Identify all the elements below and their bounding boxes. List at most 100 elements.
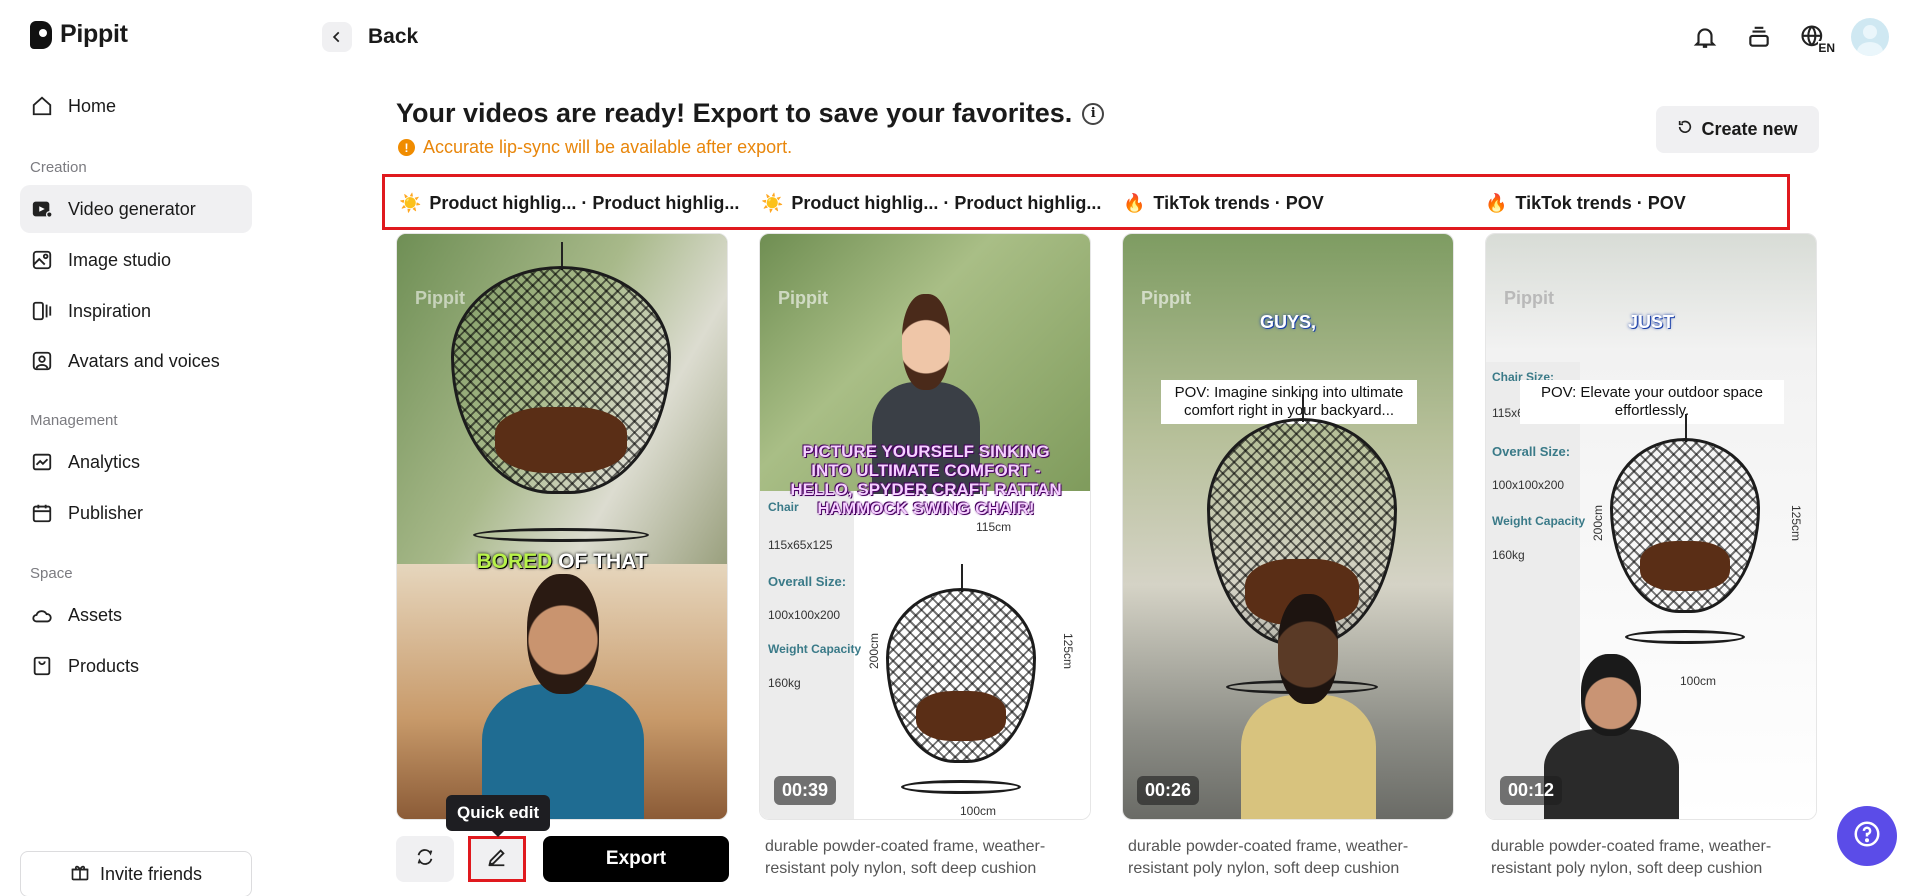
sidebar-item-label: Products xyxy=(68,655,140,676)
sidebar-item-label: Avatars and voices xyxy=(68,350,220,371)
video-style-tabs: ☀️ Product highlig... · Product highlig.… xyxy=(382,174,1790,230)
video-overlay-word: GUYS, xyxy=(1259,312,1316,332)
analytics-icon xyxy=(30,450,54,474)
sidebar-item-label: Analytics xyxy=(68,451,141,472)
spec-height: 200cm xyxy=(1591,504,1606,542)
spec-overall-dim: 100x100x200 xyxy=(768,608,841,622)
video-generator-icon xyxy=(30,197,54,221)
calendar-icon xyxy=(30,501,54,525)
image-studio-icon xyxy=(30,248,54,272)
section-space: Space xyxy=(30,565,73,582)
section-creation: Creation xyxy=(30,159,87,176)
warning-icon: ! xyxy=(398,139,415,156)
spec-width: 115cm xyxy=(976,520,1012,534)
hammock-chair-image xyxy=(451,242,671,542)
sidebar-item-image-studio[interactable]: Image studio xyxy=(20,236,252,284)
sidebar-item-label: Video generator xyxy=(68,198,196,219)
user-avatar[interactable] xyxy=(1851,18,1889,56)
regenerate-button[interactable] xyxy=(396,836,454,882)
export-button[interactable]: Export xyxy=(543,836,729,882)
regenerate-icon xyxy=(414,846,436,873)
quick-edit-tooltip: Quick edit xyxy=(446,795,551,837)
sidebar-item-publisher[interactable]: Publisher xyxy=(20,489,252,537)
watermark: Pippit xyxy=(1504,288,1554,308)
page-title: Your videos are ready! Export to save yo… xyxy=(396,98,1105,129)
help-button[interactable] xyxy=(1837,806,1897,866)
back-button[interactable] xyxy=(322,22,352,52)
pencil-icon xyxy=(486,846,508,873)
sidebar-item-products[interactable]: Products xyxy=(20,642,252,690)
logo[interactable]: Pippit xyxy=(30,20,128,49)
language-icon[interactable]: EN xyxy=(1797,21,1835,55)
create-new-label: Create new xyxy=(1701,119,1798,139)
spec-chair-dim: 115x65x125 xyxy=(768,538,833,552)
watermark: Pippit xyxy=(1141,288,1191,308)
quick-edit-button[interactable] xyxy=(468,836,526,882)
tab-label: TikTok trends · POV xyxy=(1515,193,1686,213)
spec-overall-dim: 100x100x200 xyxy=(1492,478,1565,492)
sidebar-item-label: Image studio xyxy=(68,249,172,270)
sidebar-item-home[interactable]: Home xyxy=(20,82,252,130)
watermark: Pippit xyxy=(415,288,465,308)
language-badge: EN xyxy=(1818,41,1835,55)
spec-overall-label: Overall Size: xyxy=(768,574,847,589)
avatar-icon xyxy=(30,349,54,373)
sidebar-item-analytics[interactable]: Analytics xyxy=(20,438,252,486)
video-description: durable powder-coated frame, weather-res… xyxy=(1128,838,1409,877)
video-card-1[interactable]: Pippit BORED OF THAT xyxy=(396,233,728,820)
video-thumbnail[interactable]: Pippit GUYS, POV: Imagine sinking into u… xyxy=(1123,234,1453,819)
create-new-button[interactable]: Create new xyxy=(1656,106,1819,153)
sidebar-item-label: Inspiration xyxy=(68,300,152,321)
refresh-icon xyxy=(1677,119,1693,140)
fire-icon: 🔥 xyxy=(1123,193,1146,213)
invite-friends-label: Invite friends xyxy=(99,863,203,884)
tab-video-4[interactable]: 🔥 TikTok trends · POV xyxy=(1485,193,1686,214)
sidebar: Pippit Home Creation Video generator Ima… xyxy=(0,0,270,896)
video-overlay-text: BORED OF THAT xyxy=(476,550,648,573)
invite-friends-button[interactable]: Invite friends xyxy=(20,851,252,896)
sun-icon: ☀️ xyxy=(399,193,422,213)
bell-icon[interactable] xyxy=(1689,21,1721,53)
video-card-2[interactable]: Pippit Chair 115x65x125 Overall Size: 10… xyxy=(759,233,1091,820)
tab-label: Product highlig... · Product highlig... xyxy=(429,193,740,213)
spec-height-2: 125cm xyxy=(1061,632,1076,670)
sidebar-item-avatars-and-voices[interactable]: Avatars and voices xyxy=(20,337,252,385)
tab-video-3[interactable]: 🔥 TikTok trends · POV xyxy=(1123,193,1324,214)
video-thumbnail[interactable]: Pippit Chair 115x65x125 Overall Size: 10… xyxy=(760,234,1090,819)
back-label[interactable]: Back xyxy=(368,25,418,49)
layers-icon[interactable] xyxy=(1743,21,1775,53)
spec-weight: 160kg xyxy=(768,676,801,690)
spec-height: 200cm xyxy=(867,632,882,670)
gift-icon xyxy=(70,862,90,887)
question-icon xyxy=(1852,819,1882,854)
spec-overall-label: Overall Size: xyxy=(1492,444,1571,459)
sidebar-item-label: Home xyxy=(68,95,117,116)
sidebar-item-assets[interactable]: Assets xyxy=(20,591,252,639)
video-card-3[interactable]: Pippit GUYS, POV: Imagine sinking into u… xyxy=(1122,233,1454,820)
tab-video-2[interactable]: ☀️ Product highlig... · Product highlig.… xyxy=(761,193,1101,214)
back-nav[interactable]: Back xyxy=(322,22,418,52)
video-overlay-word: JUST xyxy=(1627,312,1674,332)
lip-sync-warning: ! Accurate lip-sync will be available af… xyxy=(398,137,792,158)
top-icons: EN xyxy=(1689,18,1889,56)
hammock-chair-image xyxy=(1610,414,1760,644)
video-overlay-text: PICTURE YOURSELF SINKING INTO ULTIMATE C… xyxy=(790,442,1062,518)
pippit-logo-icon xyxy=(30,20,52,49)
sidebar-item-inspiration[interactable]: Inspiration xyxy=(20,287,252,335)
sidebar-item-video-generator[interactable]: Video generator xyxy=(20,185,252,233)
presenter-image xyxy=(1233,594,1383,819)
home-icon xyxy=(30,94,54,118)
video-card-4[interactable]: Pippit JUST Chair Size: 115x65x125 Overa… xyxy=(1485,233,1817,820)
spec-weight: 160kg xyxy=(1492,548,1525,562)
cloud-icon xyxy=(30,603,54,627)
inspiration-icon xyxy=(30,299,54,323)
sun-icon: ☀️ xyxy=(761,193,784,213)
page-title-text: Your videos are ready! Export to save yo… xyxy=(396,98,1073,128)
video-thumbnail[interactable]: Pippit JUST Chair Size: 115x65x125 Overa… xyxy=(1486,234,1816,819)
tab-label: Product highlig... · Product highlig... xyxy=(791,193,1102,213)
video-description: durable powder-coated frame, weather-res… xyxy=(765,838,1046,877)
tab-video-1[interactable]: ☀️ Product highlig... · Product highlig.… xyxy=(399,193,739,214)
video-thumbnail[interactable]: Pippit BORED OF THAT xyxy=(397,234,727,819)
video-duration: 00:12 xyxy=(1500,776,1563,805)
info-icon[interactable]: i xyxy=(1082,102,1105,125)
